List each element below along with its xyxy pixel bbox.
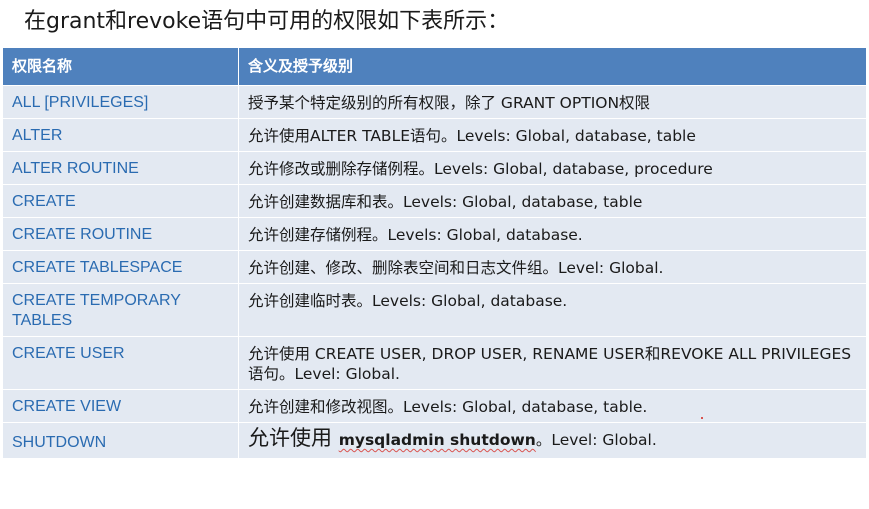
- privilege-desc-cell: 允许创建和修改视图。Levels: Global, database, tabl…: [238, 389, 867, 423]
- table-row: CREATE VIEW 允许创建和修改视图。Levels: Global, da…: [2, 389, 867, 423]
- table-header-row: 权限名称 含义及授予级别: [2, 47, 867, 86]
- privilege-desc-cell: 允许创建临时表。Levels: Global, database.: [238, 283, 867, 337]
- privilege-name-cell: CREATE ROUTINE: [2, 217, 239, 251]
- table-row: CREATE TEMPORARY TABLES 允许创建临时表。Levels: …: [2, 283, 867, 337]
- table-row: CREATE 允许创建数据库和表。Levels: Global, databas…: [2, 184, 867, 218]
- privilege-desc-cell: 允许创建、修改、删除表空间和日志文件组。Level: Global.: [238, 250, 867, 284]
- privilege-desc-cell: 允许使用 CREATE USER, DROP USER, RENAME USER…: [238, 336, 867, 390]
- privilege-desc-cell: 允许使用ALTER TABLE语句。Levels: Global, databa…: [238, 118, 867, 152]
- table-row: ALTER ROUTINE 允许修改或删除存储例程。Levels: Global…: [2, 151, 867, 185]
- table-row: ALL [PRIVILEGES] 授予某个特定级别的所有权限，除了 GRANT …: [2, 85, 867, 119]
- privilege-desc-cell: 授予某个特定级别的所有权限，除了 GRANT OPTION权限: [238, 85, 867, 119]
- column-header-privilege-name: 权限名称: [2, 47, 239, 86]
- privileges-table: 权限名称 含义及授予级别 ALL [PRIVILEGES] 授予某个特定级别的所…: [2, 47, 867, 459]
- stray-mark: [701, 417, 703, 419]
- table-row: CREATE TABLESPACE 允许创建、修改、删除表空间和日志文件组。Le…: [2, 250, 867, 284]
- privilege-name-cell: SHUTDOWN: [2, 422, 239, 459]
- privilege-desc-cell: 允许使用 mysqladmin shutdown。Level: Global.: [238, 422, 867, 459]
- desc-tail-text: 。Level: Global.: [535, 431, 657, 449]
- slide-heading: 在grant和revoke语句中可用的权限如下表所示：: [24, 9, 510, 34]
- privilege-name-cell: CREATE VIEW: [2, 389, 239, 423]
- column-header-meaning-level: 含义及授予级别: [238, 47, 867, 86]
- privilege-name-cell: ALL [PRIVILEGES]: [2, 85, 239, 119]
- slide: 在grant和revoke语句中可用的权限如下表所示： 权限名称 含义及授予级别…: [0, 0, 869, 509]
- privilege-name-cell: CREATE: [2, 184, 239, 218]
- privilege-name-cell: ALTER ROUTINE: [2, 151, 239, 185]
- privilege-desc-cell: 允许修改或删除存储例程。Levels: Global, database, pr…: [238, 151, 867, 185]
- table-row: ALTER 允许使用ALTER TABLE语句。Levels: Global, …: [2, 118, 867, 152]
- privilege-name-cell: CREATE USER: [2, 336, 239, 390]
- privilege-desc-cell: 允许创建存储例程。Levels: Global, database.: [238, 217, 867, 251]
- privilege-name-cell: ALTER: [2, 118, 239, 152]
- privilege-name-cell: CREATE TABLESPACE: [2, 250, 239, 284]
- privilege-name-cell: CREATE TEMPORARY TABLES: [2, 283, 239, 337]
- table-row: CREATE USER 允许使用 CREATE USER, DROP USER,…: [2, 336, 867, 390]
- table-row: SHUTDOWN 允许使用 mysqladmin shutdown。Level:…: [2, 422, 867, 459]
- desc-lead-text: 允许使用: [248, 426, 339, 450]
- table-row: CREATE ROUTINE 允许创建存储例程。Levels: Global, …: [2, 217, 867, 251]
- desc-command-text: mysqladmin shutdown: [338, 431, 536, 449]
- privilege-desc-cell: 允许创建数据库和表。Levels: Global, database, tabl…: [238, 184, 867, 218]
